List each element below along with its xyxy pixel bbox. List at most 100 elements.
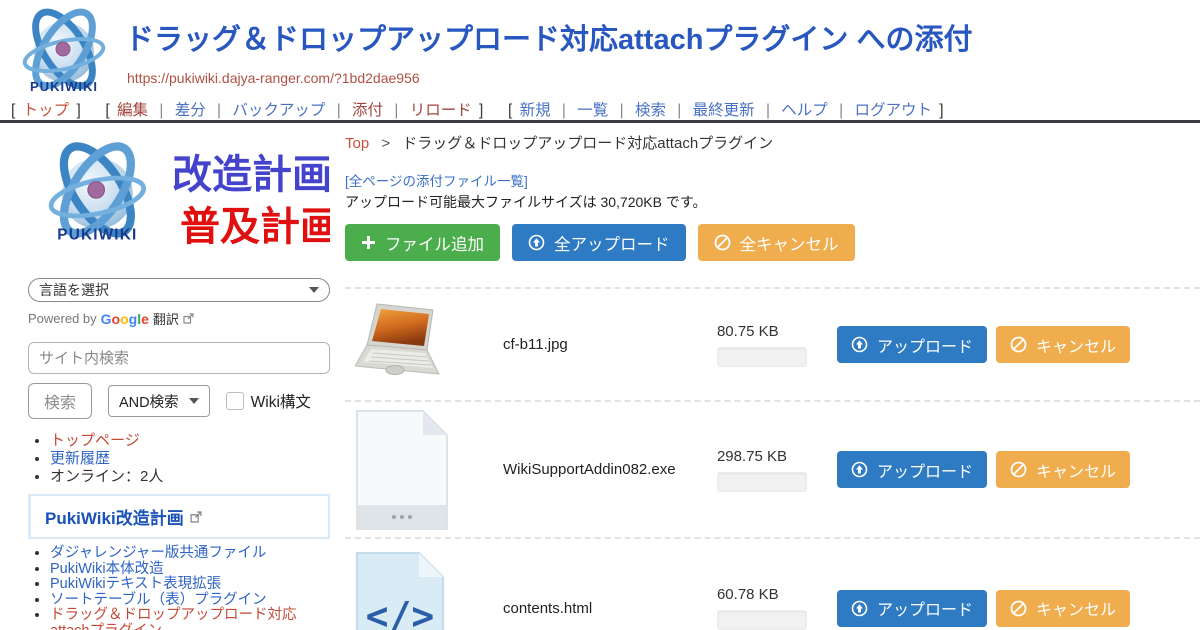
list-item: ソートテーブル（表）プラグイン — [50, 593, 330, 609]
row-cancel-button[interactable]: キャンセル — [996, 326, 1130, 363]
row-upload-button[interactable]: アップロード — [837, 451, 987, 488]
file-name: contents.html — [495, 600, 717, 617]
all-attachments-link[interactable]: [全ページの添付ファイル一覧] — [345, 170, 528, 190]
bracket: [ — [11, 102, 15, 119]
bracket: ] — [939, 102, 943, 119]
header-divider — [0, 120, 1200, 123]
sidebar-links: ダジャレンジャー版共通ファイル PukiWiki本体改造 PukiWikiテキス… — [28, 546, 330, 630]
cancel-all-button[interactable]: 全キャンセル — [698, 224, 855, 261]
table-row: WikiSupportAddin082.exe 298.75 KB アップロード — [345, 400, 1200, 537]
nav-item-search[interactable]: 検索 — [635, 102, 666, 119]
row-cancel-button[interactable]: キャンセル — [996, 590, 1130, 627]
ban-icon — [1010, 461, 1027, 478]
language-select[interactable]: 言語を選択 — [28, 278, 330, 302]
ban-icon — [1010, 600, 1027, 617]
bracket: [ — [105, 102, 109, 119]
wiki-syntax-label: Wiki構文 — [251, 390, 311, 412]
sidebar-section-heading[interactable]: PukiWiki改造計画 — [45, 504, 184, 529]
language-select-value: 言語を選択 — [39, 280, 109, 300]
external-link-icon — [190, 511, 202, 523]
ban-icon — [714, 234, 731, 251]
wiki-syntax-checkbox[interactable] — [226, 392, 244, 410]
nav-item-logout[interactable]: ログアウト — [854, 102, 932, 119]
list-item: 更新履歴 — [50, 450, 330, 468]
table-row: cf-b11.jpg 80.75 KB アップロード — [345, 287, 1200, 400]
sidebar-item-update-history[interactable]: 更新履歴 — [50, 450, 110, 467]
laptop-photo-thumbnail — [355, 300, 455, 390]
row-upload-button[interactable]: アップロード — [837, 590, 987, 627]
list-item: ドラッグ＆ドロップアップロード対応attachプラグイン — [50, 608, 330, 630]
pukiwiki-logo-icon[interactable]: PUKIWIKI — [12, 5, 116, 97]
list-item: PukiWikiテキスト表現拡張 — [50, 577, 330, 593]
html-code-file-icon: </> — [355, 551, 445, 630]
sidebar-quick-links: トップページ 更新履歴 オンライン：2人 — [28, 432, 330, 486]
upload-circle-icon — [851, 336, 868, 353]
sidebar-item-top-page[interactable]: トップページ — [50, 432, 140, 449]
search-mode-select[interactable]: AND検索 — [108, 385, 210, 417]
nav-item-new[interactable]: 新規 — [520, 102, 551, 119]
banner-line1: 改造計画 — [172, 153, 330, 197]
nav-item-edit[interactable]: 編集 — [117, 102, 148, 119]
google-logo: Google — [101, 311, 149, 327]
progress-bar — [717, 610, 807, 630]
list-item: オンライン：2人 — [50, 468, 330, 486]
list-item: ダジャレンジャー版共通ファイル — [50, 546, 330, 562]
sidebar-item-text-ext[interactable]: PukiWikiテキスト表現拡張 — [50, 576, 221, 592]
google-translate-credit[interactable]: Powered by Google 翻訳 — [28, 309, 330, 328]
nav-item-attach[interactable]: 添付 — [352, 102, 383, 119]
generic-file-icon — [355, 409, 449, 531]
ban-icon — [1010, 336, 1027, 353]
upload-circle-icon — [528, 234, 545, 251]
table-row: </> contents.html 60.78 KB アップロード — [345, 537, 1200, 630]
nav-item-reload[interactable]: リロード — [410, 102, 472, 119]
file-size: 298.75 KB — [717, 448, 809, 465]
page-url: https://pukiwiki.dajya-ranger.com/?1bd2d… — [127, 70, 420, 86]
bracket: ] — [76, 102, 80, 119]
breadcrumb-current: ドラッグ＆ドロップアップロード対応attachプラグイン — [402, 135, 773, 152]
file-name: cf-b11.jpg — [495, 336, 717, 353]
upload-file-list: cf-b11.jpg 80.75 KB アップロード — [345, 287, 1200, 630]
chevron-down-icon — [309, 287, 319, 293]
sidebar-banner-logo[interactable]: PUKIWIKI 改造計画 普及計画 — [28, 136, 330, 262]
row-upload-button[interactable]: アップロード — [837, 326, 987, 363]
sidebar: PUKIWIKI 改造計画 普及計画 言語を選択 Powered by Goog… — [28, 136, 330, 630]
logo-brand-text: PUKIWIKI — [57, 226, 137, 243]
max-upload-size-text: アップロード可能最大ファイルサイズは 30,720KB です。 — [345, 192, 706, 212]
progress-bar — [717, 472, 807, 492]
online-users-count: オンライン：2人 — [50, 468, 163, 485]
banner-line2: 普及計画 — [180, 205, 330, 249]
logo-brand-text: PUKIWIKI — [30, 79, 98, 94]
search-button[interactable]: 検索 — [28, 383, 92, 419]
upload-circle-icon — [851, 461, 868, 478]
site-search-input[interactable] — [28, 342, 330, 374]
breadcrumb: Top > ドラッグ＆ドロップアップロード対応attachプラグイン — [345, 132, 773, 153]
nav-item-recent[interactable]: 最終更新 — [693, 102, 755, 119]
chevron-down-icon — [189, 398, 199, 404]
add-file-button[interactable]: ファイル追加 — [345, 224, 500, 261]
upload-circle-icon — [851, 600, 868, 617]
nav-item-list[interactable]: 一覧 — [577, 102, 608, 119]
list-item: PukiWiki本体改造 — [50, 562, 330, 578]
bracket: [ — [508, 102, 512, 119]
main-content: Top > ドラッグ＆ドロップアップロード対応attachプラグイン [全ページ… — [345, 130, 1200, 630]
sidebar-item-core-mods[interactable]: PukiWiki本体改造 — [50, 561, 164, 577]
nav-item-help[interactable]: ヘルプ — [781, 102, 828, 119]
bracket: ] — [479, 102, 483, 119]
plus-icon — [361, 235, 376, 250]
external-link-icon — [183, 313, 194, 324]
file-size: 60.78 KB — [717, 586, 809, 603]
file-name: WikiSupportAddin082.exe — [495, 461, 717, 478]
nav-item-top[interactable]: トップ — [23, 102, 70, 119]
row-cancel-button[interactable]: キャンセル — [996, 451, 1130, 488]
sidebar-item-dnd-attach[interactable]: ドラッグ＆ドロップアップロード対応attachプラグイン — [50, 607, 297, 630]
file-size: 80.75 KB — [717, 323, 809, 340]
sidebar-item-common-files[interactable]: ダジャレンジャー版共通ファイル — [50, 545, 266, 561]
wiki-syntax-option: Wiki構文 — [226, 390, 311, 412]
upload-all-button[interactable]: 全アップロード — [512, 224, 686, 261]
sidebar-item-sort-table[interactable]: ソートテーブル（表）プラグイン — [50, 592, 267, 608]
list-item: トップページ — [50, 432, 330, 450]
nav-item-backup[interactable]: バックアップ — [232, 102, 325, 119]
nav-item-diff[interactable]: 差分 — [175, 102, 206, 119]
top-navigation: [ トップ ] [ 編集 | 差分 | バックアップ | 添付 | リロード ]… — [8, 98, 947, 120]
breadcrumb-home[interactable]: Top — [345, 135, 369, 152]
